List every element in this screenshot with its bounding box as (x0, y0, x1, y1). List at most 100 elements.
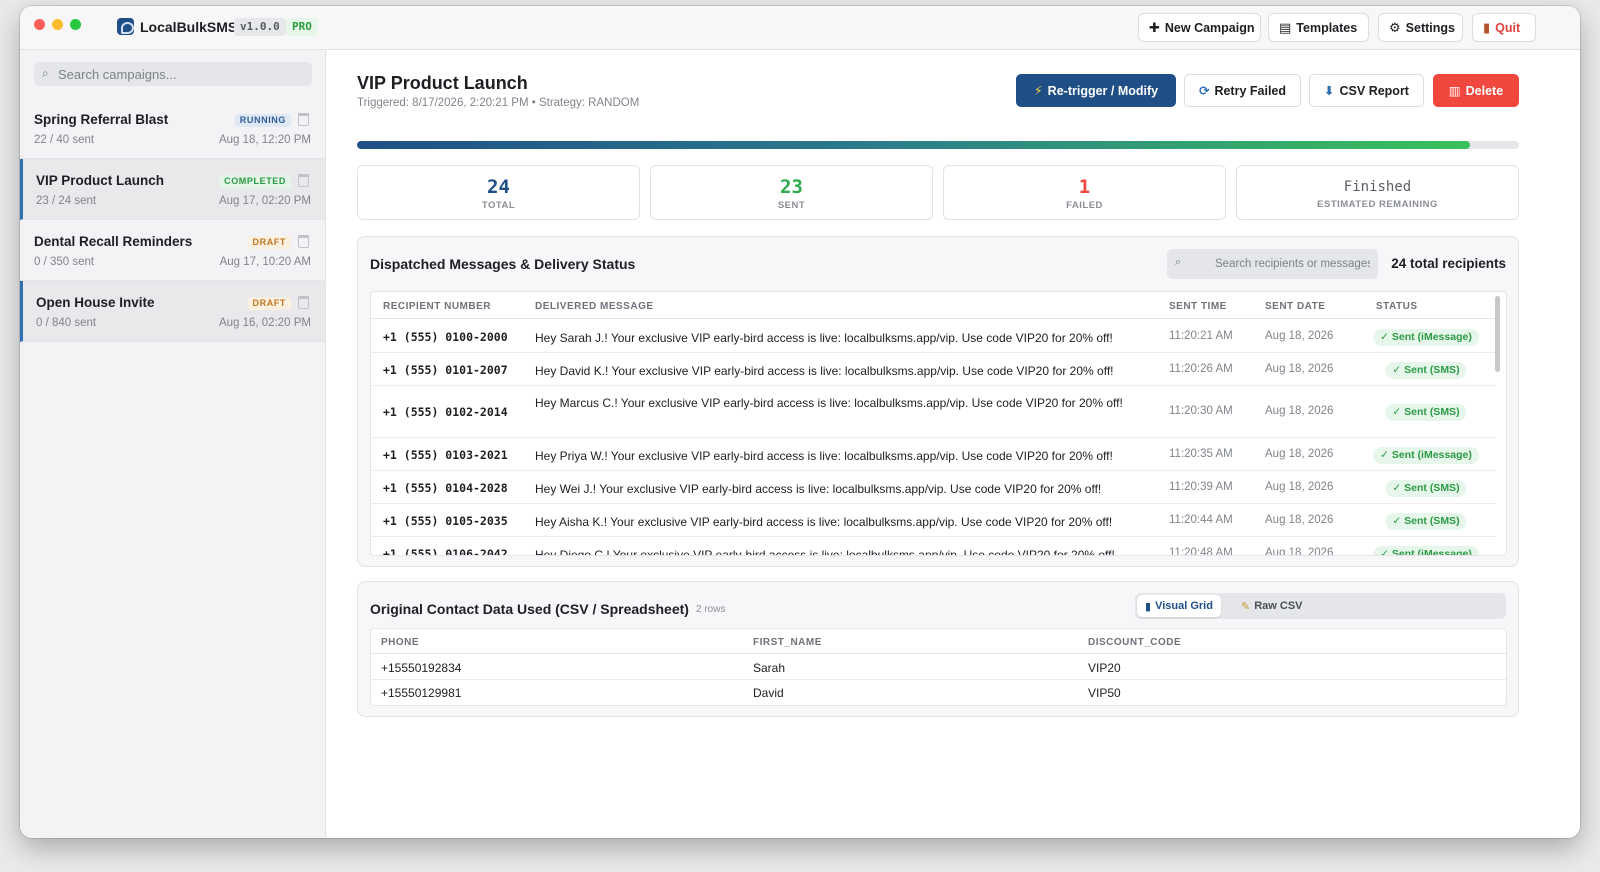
quit-button[interactable]: ▮ Quit (1472, 13, 1536, 42)
inbox-tray-icon: ⬇ (1324, 84, 1335, 98)
templates-button[interactable]: ▤ Templates (1268, 13, 1369, 42)
campaign-date: Aug 17, 10:20 AM (219, 256, 311, 268)
recipient-search: ⌕ (1167, 249, 1378, 279)
status-pill: ✓ Sent (iMessage) (1373, 447, 1479, 464)
trash-icon[interactable] (298, 113, 309, 126)
trash-icon[interactable] (298, 174, 309, 187)
minimize-window-button[interactable] (52, 19, 63, 30)
campaign-item-dental-recall-reminders[interactable]: Dental Recall Reminders DRAFT 0 / 350 se… (20, 220, 325, 281)
status-badge: RUNNING (234, 114, 291, 127)
cell-phone: +15550129981 (381, 686, 462, 700)
cell-sent-time: 11:20:21 AM (1169, 330, 1233, 342)
cell-delivered-message: Hey Sarah J.! Your exclusive VIP early-b… (535, 331, 1113, 345)
cell-sent-date: Aug 18, 2026 (1265, 363, 1334, 375)
table-row: +15550192834 Sarah VIP20 (371, 655, 1506, 680)
stat-total-card: 24 TOTAL (357, 165, 640, 220)
status-pill: ✓ Sent (SMS) (1385, 480, 1467, 497)
status-pill: ✓ Sent (iMessage) (1373, 329, 1479, 346)
trash-icon[interactable] (298, 235, 309, 248)
column-header: RECIPIENT NUMBER (383, 301, 492, 312)
app-window: LocalBulkSMS v1.0.0 PRO ✚ New Campaign ▤… (20, 6, 1580, 838)
templates-label: Templates (1296, 20, 1358, 35)
csv-report-button[interactable]: ⬇ CSV Report (1309, 74, 1424, 107)
recipient-search-input[interactable] (1215, 249, 1370, 279)
status-badge: COMPLETED (219, 175, 291, 188)
cell-sent-date: Aug 18, 2026 (1265, 330, 1334, 342)
campaign-date: Aug 16, 02:20 PM (218, 317, 311, 329)
table-row: +1 (555) 0105-2035 Hey Aisha K.! Your exc… (371, 504, 1495, 537)
campaign-item-vip-product-launch[interactable]: VIP Product Launch COMPLETED 23 / 24 sen… (20, 159, 325, 220)
visual-grid-label: Visual Grid (1155, 600, 1213, 612)
campaign-name: VIP Product Launch (36, 173, 165, 188)
stat-failed-value: 1 (1078, 176, 1091, 198)
app-name: LocalBulkSMS (140, 19, 238, 35)
new-campaign-button[interactable]: ✚ New Campaign (1138, 13, 1261, 42)
cell-recipient-number: +1 (555) 0101-2007 (383, 363, 508, 377)
gear-icon: ⚙ (1389, 19, 1401, 35)
cell-sent-date: Aug 18, 2026 (1265, 514, 1334, 526)
retry-label: Retry Failed (1214, 83, 1287, 98)
campaign-sent-count: 0 / 350 sent (34, 256, 95, 268)
table-row: +1 (555) 0100-2000 Hey Sarah J.! Your exc… (371, 320, 1495, 353)
door-icon: ▮ (1483, 19, 1491, 35)
delete-button[interactable]: ▥ Delete (1433, 74, 1519, 107)
sidebar: ⌕ Spring Referral Blast RUNNING 22 / 40 … (20, 50, 326, 838)
trash-icon[interactable] (298, 296, 309, 309)
raw-csv-label: Raw CSV (1254, 600, 1303, 612)
campaign-sent-count: 0 / 840 sent (36, 317, 97, 329)
stat-total-label: TOTAL (481, 200, 516, 211)
campaign-name: Open House Invite (36, 295, 155, 310)
dispatched-title: Dispatched Messages & Delivery Status (370, 256, 636, 272)
cell-sent-date: Aug 18, 2026 (1265, 405, 1334, 417)
contact-table: PHONE FIRST_NAME DISCOUNT_CODE +15550192… (370, 628, 1507, 706)
cell-delivered-message: Hey Priya W.! Your exclusive VIP early-b… (535, 449, 1113, 463)
stat-total-value: 24 (487, 176, 510, 198)
campaign-detail: VIP Product Launch Triggered: 8/17/2026,… (326, 50, 1580, 838)
table-row: +1 (555) 0101-2007 Hey David K.! Your exc… (371, 353, 1495, 386)
column-header: FIRST_NAME (753, 637, 822, 648)
settings-button[interactable]: ⚙ Settings (1378, 13, 1463, 42)
campaign-search-input[interactable] (58, 62, 306, 86)
dispatched-table: RECIPIENT NUMBER DELIVERED MESSAGE SENT … (370, 291, 1507, 556)
campaign-item-open-house-invite[interactable]: Open House Invite DRAFT 0 / 840 sent Aug… (20, 281, 325, 342)
cell-sent-time: 11:20:35 AM (1169, 448, 1233, 460)
status-pill: ✓ Sent (SMS) (1385, 404, 1467, 421)
refresh-icon: ⟳ (1198, 84, 1210, 98)
stat-failed-label: FAILED (1066, 200, 1103, 211)
total-recipients: 24 total recipients (1391, 256, 1506, 271)
table-header: RECIPIENT NUMBER DELIVERED MESSAGE SENT … (371, 292, 1495, 319)
version-badge: v1.0.0 (234, 18, 286, 36)
retrigger-label: Re-trigger / Modify (1047, 83, 1159, 98)
zoom-window-button[interactable] (70, 19, 81, 30)
column-header: STATUS (1376, 301, 1418, 312)
settings-label: Settings (1405, 20, 1455, 35)
campaign-subtitle: Triggered: 8/17/2026, 2:20:21 PM • Strat… (357, 97, 640, 109)
status-badge: DRAFT (247, 297, 291, 310)
stat-sent-card: 23 SENT (650, 165, 933, 220)
status-pill: ✓ Sent (SMS) (1385, 362, 1467, 379)
cell-sent-date: Aug 18, 2026 (1265, 481, 1334, 493)
cell-recipient-number: +1 (555) 0104-2028 (383, 481, 508, 495)
table-row: +1 (555) 0102-2014 Hey Marcus C.! Your ex… (371, 386, 1495, 438)
table-scrollbar[interactable] (1495, 296, 1500, 372)
column-header: DISCOUNT_CODE (1088, 637, 1182, 648)
contacts-title: Original Contact Data Used (CSV / Spread… (370, 601, 689, 617)
retry-failed-button[interactable]: ⟳ Retry Failed (1184, 74, 1301, 107)
bar-chart-icon: ▮ (1145, 600, 1152, 613)
campaign-date: Aug 18, 12:20 PM (218, 134, 311, 146)
campaign-item-spring-referral-blast[interactable]: Spring Referral Blast RUNNING 22 / 40 se… (20, 98, 325, 159)
status-badge: DRAFT (247, 236, 291, 249)
cell-delivered-message: Hey Diego C.! Your exclusive VIP early-b… (535, 548, 1115, 556)
cell-delivered-message: Hey David K.! Your exclusive VIP early-b… (535, 364, 1114, 378)
visual-grid-tab[interactable]: ▮ Visual Grid (1137, 595, 1221, 617)
cell-recipient-number: +1 (555) 0100-2000 (383, 330, 508, 344)
retrigger-button[interactable]: ⚡ Re-trigger / Modify (1016, 74, 1176, 107)
progress-bar (357, 141, 1519, 149)
campaign-date: Aug 17, 02:20 PM (218, 195, 311, 207)
cell-delivered-message: Hey Wei J.! Your exclusive VIP early-bir… (535, 482, 1102, 496)
column-header: PHONE (381, 637, 420, 648)
csv-label: CSV Report (1339, 83, 1409, 98)
raw-csv-tab[interactable]: ✎ Raw CSV (1233, 595, 1311, 617)
campaign-name: Dental Recall Reminders (34, 234, 193, 249)
close-window-button[interactable] (34, 19, 45, 30)
